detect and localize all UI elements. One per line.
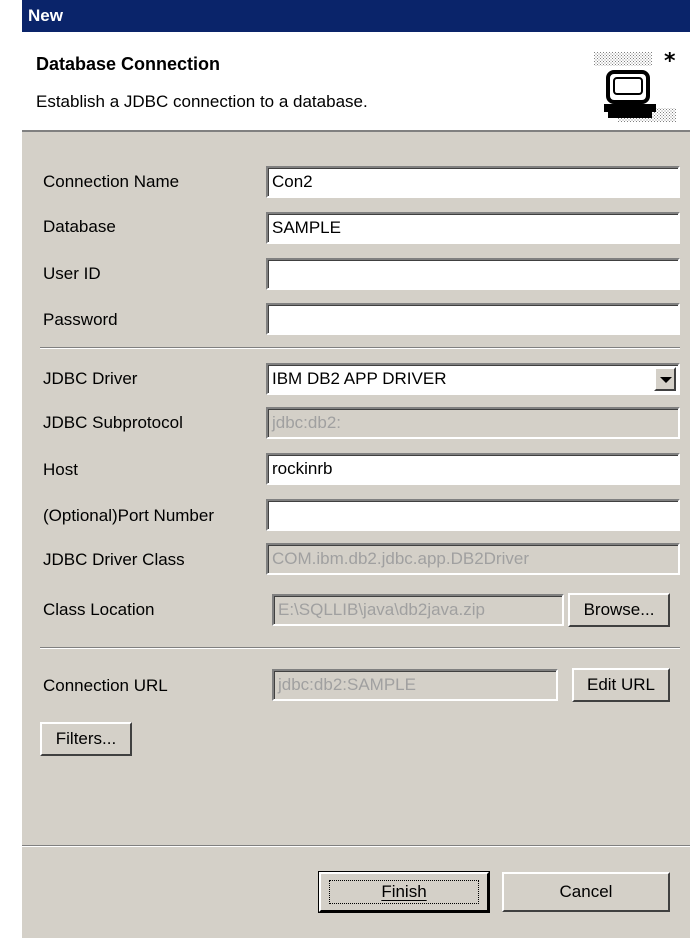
connection-url-input: jdbc:db2:SAMPLE: [272, 669, 558, 701]
connection-name-label: Connection Name: [43, 172, 180, 191]
jdbc-driver-select[interactable]: IBM DB2 APP DRIVER: [266, 363, 680, 395]
user-id-label: User ID: [43, 264, 101, 283]
database-connection-icon: *: [594, 52, 676, 122]
footer-separator: [22, 845, 690, 847]
host-label: Host: [43, 460, 78, 479]
wizard-banner: Database Connection Establish a JDBC con…: [22, 32, 690, 132]
banner-description: Establish a JDBC connection to a databas…: [36, 92, 368, 111]
connection-url-label: Connection URL: [43, 676, 168, 695]
separator: [40, 647, 680, 649]
database-label: Database: [43, 217, 116, 236]
window-title: New: [22, 0, 690, 32]
browse-button[interactable]: Browse...: [568, 593, 670, 627]
filters-button[interactable]: Filters...: [40, 722, 132, 756]
port-number-input[interactable]: [266, 499, 680, 531]
password-input[interactable]: [266, 303, 680, 335]
user-id-input[interactable]: [266, 258, 680, 290]
database-input[interactable]: SAMPLE: [266, 212, 680, 244]
jdbc-subprotocol-label: JDBC Subprotocol: [43, 413, 183, 432]
host-input[interactable]: rockinrb: [266, 453, 680, 485]
class-location-label: Class Location: [43, 600, 155, 619]
jdbc-driver-class-label: JDBC Driver Class: [43, 550, 185, 569]
separator: [40, 347, 680, 349]
connection-name-input[interactable]: Con2: [266, 166, 680, 198]
banner-title: Database Connection: [36, 54, 221, 74]
new-dialog: New Database Connection Establish a JDBC…: [22, 0, 690, 938]
password-label: Password: [43, 310, 118, 329]
jdbc-subprotocol-input: jdbc:db2:: [266, 407, 680, 439]
chevron-down-icon[interactable]: [654, 367, 676, 391]
jdbc-driver-class-input: COM.ibm.db2.jdbc.app.DB2Driver: [266, 543, 680, 575]
jdbc-driver-label: JDBC Driver: [43, 369, 138, 388]
jdbc-driver-value: IBM DB2 APP DRIVER: [272, 369, 447, 388]
finish-button[interactable]: Finish: [318, 871, 490, 913]
edit-url-button[interactable]: Edit URL: [572, 668, 670, 702]
cancel-button[interactable]: Cancel: [502, 872, 670, 912]
port-number-label: (Optional)Port Number: [43, 506, 215, 525]
svg-text:*: *: [664, 52, 676, 74]
focus-ring: [329, 880, 479, 904]
class-location-input: E:\SQLLIB\java\db2java.zip: [272, 594, 564, 626]
